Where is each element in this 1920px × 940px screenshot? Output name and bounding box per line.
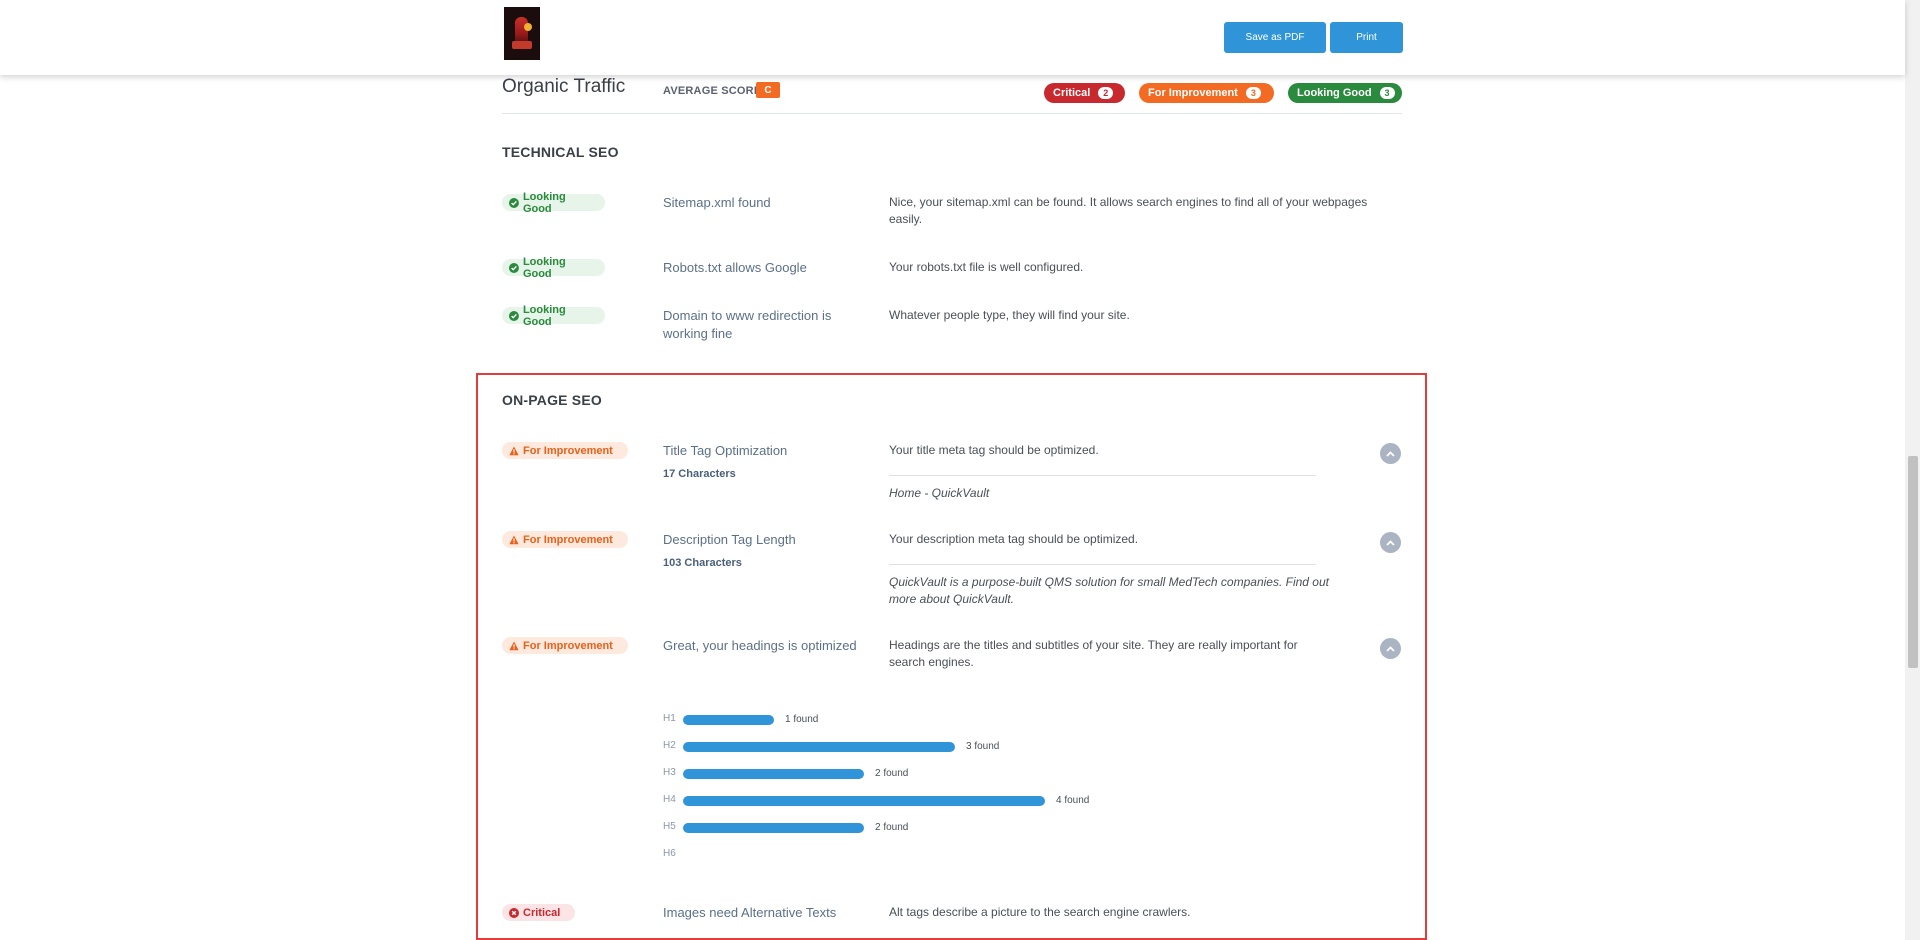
status-badge: Looking Good xyxy=(502,304,605,328)
average-score-badge: C xyxy=(756,82,780,98)
heading-level-label: H2 xyxy=(663,740,676,751)
heading-count-label: 3 found xyxy=(966,741,1000,752)
status-label: For Improvement xyxy=(523,444,613,457)
average-score-label: AVERAGE SCORE: xyxy=(663,85,766,97)
item-value: QuickVault is a purpose-built QMS soluti… xyxy=(889,575,1329,606)
print-button[interactable]: Print xyxy=(1330,22,1403,53)
heading-level-label: H5 xyxy=(663,821,676,832)
status-badge: For Improvement xyxy=(502,442,628,459)
item-description: Your robots.txt file is well configured. xyxy=(889,260,1084,274)
good-summary-count: 3 xyxy=(1379,87,1395,99)
heading-count-label: 2 found xyxy=(875,822,909,833)
item-title: Sitemap.xml found xyxy=(663,195,771,210)
check-circle-icon xyxy=(509,262,519,273)
heading-count-bar xyxy=(683,796,1045,806)
item-subtitle: 17 Characters xyxy=(663,468,736,480)
item-title: Description Tag Length xyxy=(663,532,796,547)
item-title: Great, your headings is optimized xyxy=(663,638,857,653)
heading-count-bar xyxy=(683,769,864,779)
heading-count-label: 4 found xyxy=(1056,795,1090,806)
top-bar: Save as PDF Print xyxy=(0,0,1905,75)
item-description: Your title meta tag should be optimized. xyxy=(889,443,1099,457)
heading-count-label: 1 found xyxy=(785,714,819,725)
status-label: Looking Good xyxy=(522,303,566,328)
save-as-pdf-button[interactable]: Save as PDF xyxy=(1224,22,1326,53)
site-thumbnail xyxy=(504,7,540,60)
scrollbar-thumb[interactable] xyxy=(1908,456,1918,668)
status-label: Critical xyxy=(523,906,561,919)
value-divider xyxy=(889,475,1316,476)
item-title: Images need Alternative Texts xyxy=(663,905,837,920)
status-label: For Improvement xyxy=(523,533,613,546)
heading-level-label: H6 xyxy=(663,848,676,859)
technical-seo-title: TECHNICAL SEO xyxy=(502,144,619,160)
header-divider xyxy=(502,113,1402,114)
item-description: Nice, your sitemap.xml can be found. It … xyxy=(889,195,1368,226)
value-divider xyxy=(889,564,1316,565)
good-summary-pill[interactable]: Looking Good 3 xyxy=(1288,83,1402,103)
status-label: For Improvement xyxy=(523,639,613,652)
warning-icon xyxy=(509,446,519,455)
improvement-summary-label: For Improvement xyxy=(1148,87,1238,99)
improvement-summary-pill[interactable]: For Improvement 3 xyxy=(1139,83,1274,103)
check-circle-icon xyxy=(509,310,519,321)
collapse-toggle-button[interactable] xyxy=(1380,638,1401,659)
warning-icon xyxy=(509,641,519,650)
good-summary-label: Looking Good xyxy=(1297,87,1372,99)
status-label: Looking Good xyxy=(522,190,566,215)
improvement-summary-count: 3 xyxy=(1245,87,1261,99)
collapse-toggle-button[interactable] xyxy=(1380,532,1401,553)
heading-count-bar xyxy=(683,823,864,833)
section-header-title: Organic Traffic xyxy=(502,76,626,97)
chevron-up-icon xyxy=(1386,450,1395,457)
status-label: Looking Good xyxy=(522,255,566,280)
chevron-up-icon xyxy=(1386,539,1395,546)
item-value: Home - QuickVault xyxy=(889,486,990,500)
critical-summary-pill[interactable]: Critical 2 xyxy=(1044,83,1125,103)
item-description: Headings are the titles and subtitles of… xyxy=(889,638,1298,669)
collapse-toggle-button[interactable] xyxy=(1380,443,1401,464)
critical-summary-label: Critical xyxy=(1053,87,1091,99)
item-subtitle: 103 Characters xyxy=(663,557,742,569)
heading-level-label: H3 xyxy=(663,767,676,778)
status-badge: For Improvement xyxy=(502,531,628,548)
status-badge: For Improvement xyxy=(502,637,628,654)
item-description: Whatever people type, they will find you… xyxy=(889,308,1130,322)
check-circle-icon xyxy=(509,197,519,208)
item-title: Title Tag Optimization xyxy=(663,443,788,458)
on-page-seo-title: ON-PAGE SEO xyxy=(502,392,602,408)
item-description: Your description meta tag should be opti… xyxy=(889,532,1139,546)
heading-count-label: 2 found xyxy=(875,768,909,779)
chevron-up-icon xyxy=(1386,645,1395,652)
item-title: Domain to www redirection is working fin… xyxy=(663,308,832,341)
x-circle-icon xyxy=(509,907,519,918)
status-badge: Looking Good xyxy=(502,256,605,280)
heading-level-label: H1 xyxy=(663,713,676,724)
warning-icon xyxy=(509,535,519,544)
critical-summary-count: 2 xyxy=(1098,87,1114,99)
heading-count-bar xyxy=(683,715,774,725)
item-title: Robots.txt allows Google xyxy=(663,260,807,275)
status-badge: Critical xyxy=(502,904,575,921)
heading-level-label: H4 xyxy=(663,794,676,805)
heading-count-bar xyxy=(683,742,955,752)
item-description: Alt tags describe a picture to the searc… xyxy=(889,905,1191,919)
status-badge: Looking Good xyxy=(502,191,605,215)
